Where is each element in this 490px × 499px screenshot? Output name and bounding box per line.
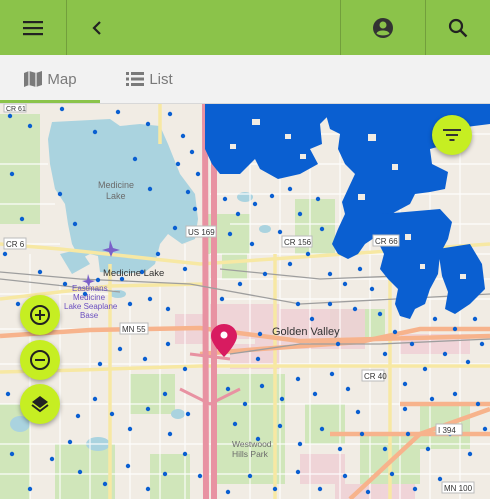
filter-button[interactable]	[432, 115, 472, 155]
filter-icon	[443, 129, 461, 141]
cr40-shield: CR 40	[364, 372, 387, 381]
mn100-shield: MN 100	[444, 484, 473, 493]
mn55-shield: MN 55	[122, 325, 146, 334]
account-icon	[373, 17, 393, 38]
zoom-out-icon	[30, 350, 50, 370]
view-tabs: Map List	[0, 55, 490, 104]
tab-map-label: Map	[47, 70, 77, 88]
back-arrow-icon	[92, 20, 101, 35]
map-view[interactable]: Medicine Lake Medicine Lake Eastmans Medic…	[0, 104, 490, 499]
search-icon	[448, 18, 468, 37]
search-button[interactable]	[426, 0, 490, 55]
active-tab-indicator	[0, 100, 100, 103]
cr61-shield: CR 61	[6, 106, 26, 113]
account-button[interactable]	[341, 0, 425, 55]
map-icon	[24, 71, 43, 87]
tab-list[interactable]: List	[118, 55, 180, 103]
zoom-out-button[interactable]	[20, 340, 60, 380]
tab-map[interactable]: Map	[0, 55, 100, 103]
cr6-shield: CR 6	[6, 240, 25, 249]
map-canvas[interactable]: Medicine Lake Medicine Lake Eastmans Medic…	[0, 104, 490, 499]
menu-button[interactable]	[0, 0, 66, 55]
layers-button[interactable]	[20, 384, 60, 424]
i394-shield: I 394	[438, 426, 456, 435]
golden-valley-label: Golden Valley	[272, 326, 340, 338]
tab-list-label: List	[149, 70, 173, 88]
menu-icon	[23, 20, 43, 35]
zoom-in-button[interactable]	[20, 295, 60, 335]
list-icon	[126, 72, 145, 86]
cr156-shield: CR 156	[284, 238, 312, 247]
zoom-in-icon	[30, 305, 50, 325]
layers-icon	[31, 396, 49, 413]
app-bar	[0, 0, 490, 55]
cr66-shield: CR 66	[375, 237, 398, 246]
us169-shield: US 169	[188, 228, 215, 237]
back-button[interactable]	[67, 0, 127, 55]
westwood-hills-park-label: Westwood Hills Park	[232, 439, 272, 459]
medicine-lake-city-label: Medicine Lake	[103, 268, 164, 279]
